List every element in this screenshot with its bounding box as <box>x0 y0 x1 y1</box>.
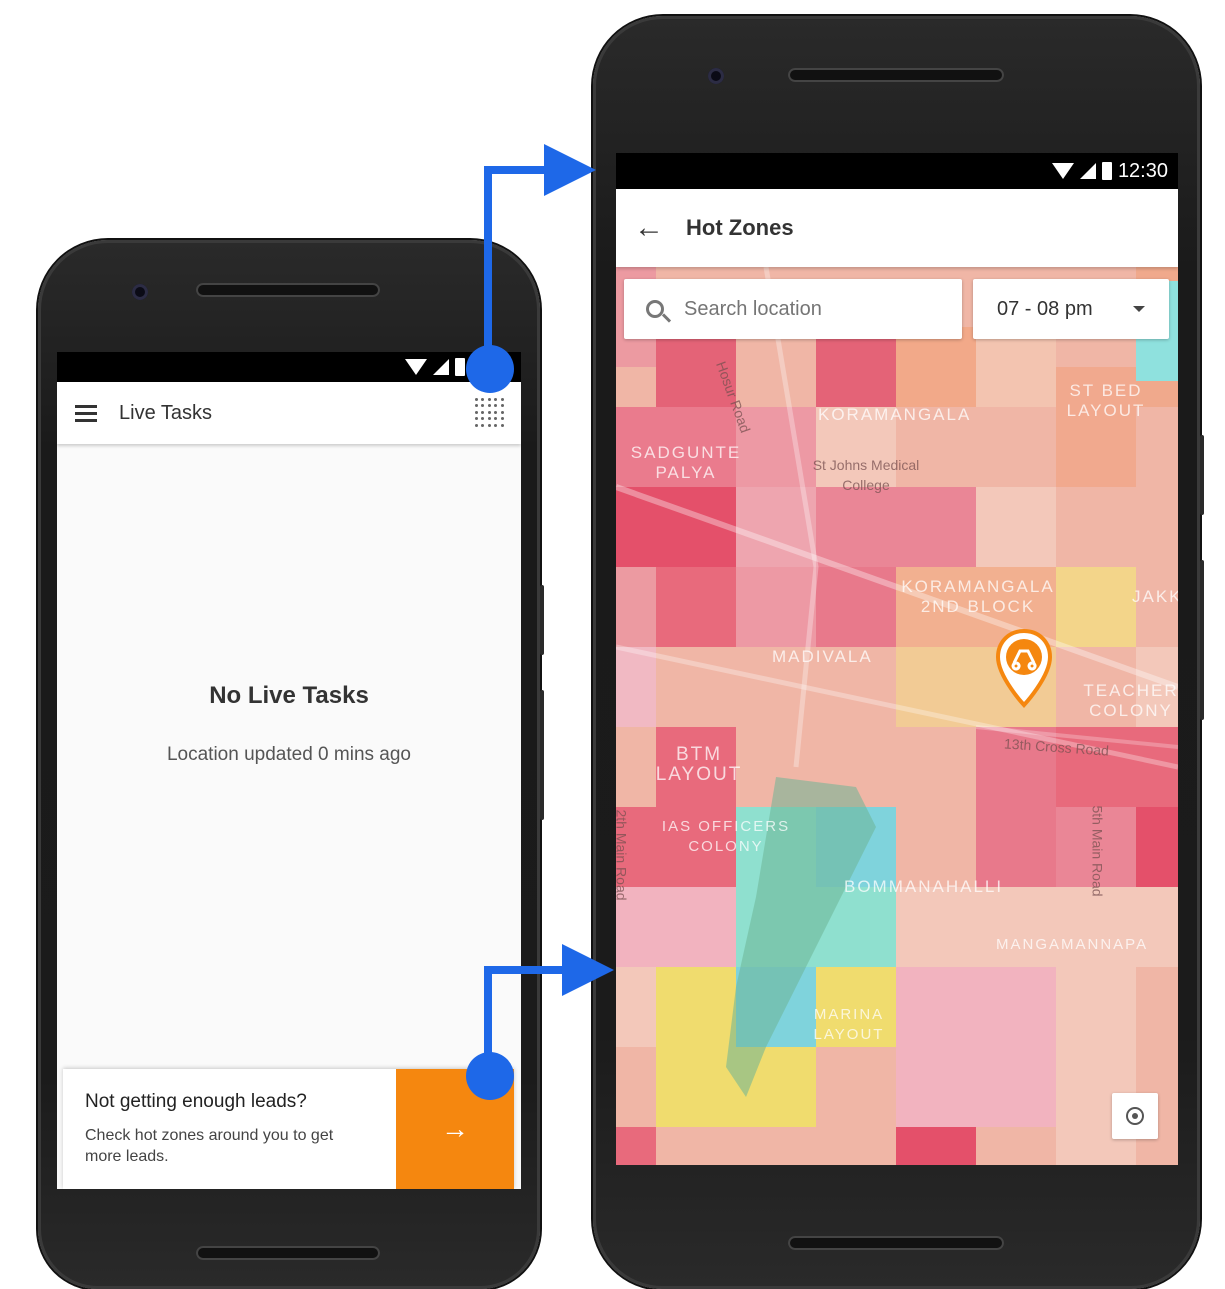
connector-dot-hotzone-icon <box>466 345 514 393</box>
flow-connectors <box>484 144 614 1076</box>
connector-dot-leads-button <box>466 1052 514 1100</box>
